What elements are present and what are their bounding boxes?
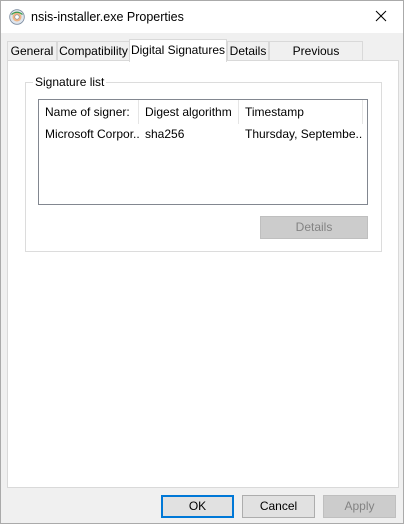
close-icon xyxy=(375,10,387,22)
column-header-timestamp[interactable]: Timestamp xyxy=(239,100,363,124)
column-header-digest[interactable]: Digest algorithm xyxy=(139,100,239,124)
signer-cell: Microsoft Corpor... xyxy=(45,127,139,141)
tab-previous-versions[interactable]: Previous Versions xyxy=(269,41,363,76)
cancel-button[interactable]: Cancel xyxy=(242,495,315,518)
properties-dialog: nsis-installer.exe Properties General Co… xyxy=(0,0,404,524)
close-button[interactable] xyxy=(363,1,399,31)
list-header: Name of signer: Digest algorithm Timesta… xyxy=(39,100,367,124)
table-row[interactable]: Microsoft Corpor... sha256 Thursday, Sep… xyxy=(39,124,367,144)
ok-button[interactable]: OK xyxy=(161,495,234,518)
timestamp-cell: Thursday, Septembe... xyxy=(245,127,363,141)
tab-compatibility[interactable]: Compatibility xyxy=(57,41,130,61)
tab-panel: Signature list Name of signer: Digest al… xyxy=(7,60,399,488)
title-bar: nsis-installer.exe Properties xyxy=(1,1,403,33)
installer-disc-icon xyxy=(9,9,25,25)
signature-details-button[interactable]: Details xyxy=(260,216,368,239)
tab-details[interactable]: Details xyxy=(227,41,269,61)
apply-button[interactable]: Apply xyxy=(323,495,396,518)
tab-digital-signatures[interactable]: Digital Signatures xyxy=(129,39,227,62)
signature-list-label: Signature list xyxy=(33,75,107,89)
tab-general[interactable]: General xyxy=(7,41,57,61)
window-title: nsis-installer.exe Properties xyxy=(31,10,184,24)
tab-strip: General Compatibility Digital Signatures… xyxy=(7,39,401,76)
digest-cell: sha256 xyxy=(145,127,185,141)
column-header-signer[interactable]: Name of signer: xyxy=(39,100,139,124)
signature-list[interactable]: Name of signer: Digest algorithm Timesta… xyxy=(38,99,368,205)
signature-list-group: Signature list Name of signer: Digest al… xyxy=(25,75,382,252)
